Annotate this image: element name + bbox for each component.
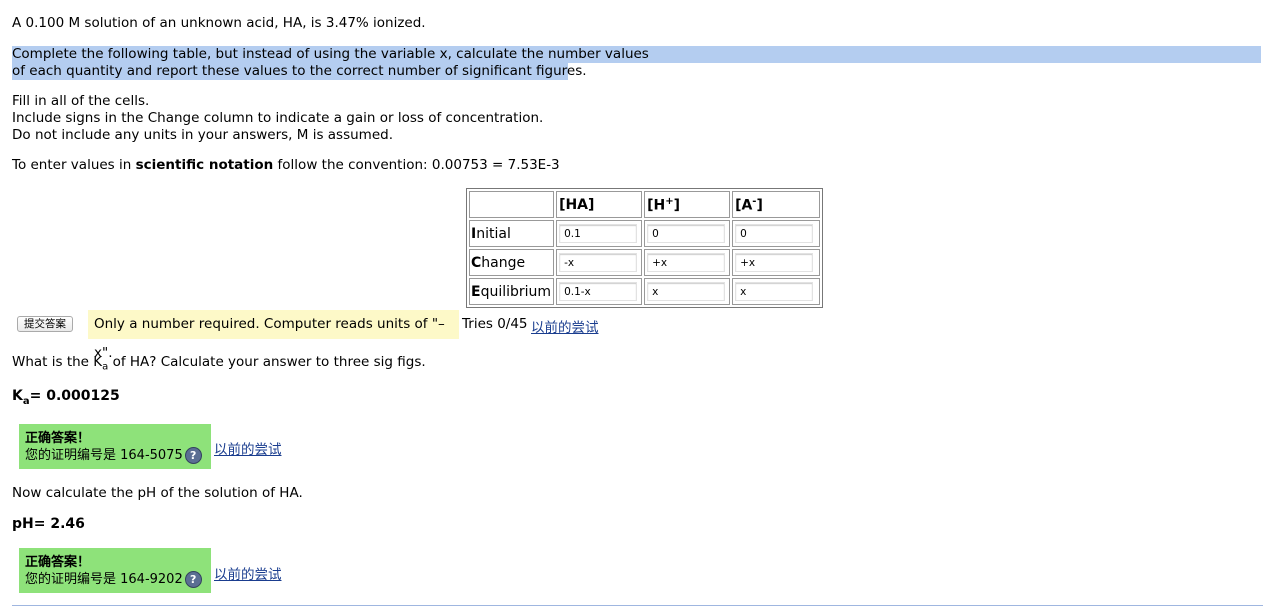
signs-instruction: Include signs in the Change column to in…	[12, 110, 544, 126]
tries-counter: Tries 0/45	[462, 316, 528, 332]
table-row-equilibrium: Equilibrium	[469, 278, 821, 305]
sci-notation-instruction: To enter values in scientific notation f…	[12, 157, 560, 174]
sci-prefix: To enter values in	[12, 157, 136, 173]
header-a: [A-]	[732, 191, 821, 218]
instruction-line-1: Complete the following table, but instea…	[12, 46, 649, 62]
header-a-text: [A	[735, 197, 753, 214]
row-label-cap: E	[471, 283, 481, 300]
ka-question: What is the Ka of HA? Calculate your ans…	[12, 354, 426, 376]
row-label-rest: nitial	[476, 225, 511, 242]
proof-number: 您的证明编号是 164-9202	[25, 572, 183, 587]
table-row-initial: Initial	[469, 220, 821, 247]
row-label-cap: C	[471, 254, 482, 271]
previous-tries-link[interactable]: 以前的尝试	[531, 316, 599, 336]
table-header-row: [HA] [H+] [A-]	[469, 191, 821, 218]
ka-label-sub: a	[22, 395, 30, 407]
equilibrium-h-input[interactable]	[647, 282, 726, 301]
units-instruction: Do not include any units in your answers…	[12, 127, 393, 143]
initial-h-input[interactable]	[647, 224, 726, 243]
sci-suffix: follow the convention: 0.00753 = 7.53E-3	[273, 157, 560, 173]
correct-line: 您的证明编号是 164-5075?	[25, 447, 211, 464]
change-a-input[interactable]	[735, 253, 814, 272]
ka-question-pre: What is the K	[12, 354, 103, 370]
initial-ha-input[interactable]	[559, 224, 638, 243]
hint-message: Only a number required. Computer reads u…	[88, 310, 459, 361]
instruction-line-2: of each quantity and report these values…	[12, 63, 587, 79]
correct-line: 您的证明编号是 164-9202?	[25, 571, 211, 588]
correct-title: 正确答案！	[25, 555, 91, 570]
row-label-rest: hange	[481, 254, 526, 271]
cell-equilibrium-a	[732, 278, 821, 305]
correct-title: 正确答案！	[25, 431, 91, 446]
proof-number: 您的证明编号是 164-5075	[25, 448, 183, 463]
cell-initial-a	[732, 220, 821, 247]
sci-bold: scientific notation	[135, 157, 274, 173]
fill-instruction: Fill in all of the cells.	[12, 93, 150, 109]
row-label-change: Change	[469, 249, 555, 276]
change-ha-input[interactable]	[559, 253, 638, 272]
ka-label: K	[12, 388, 23, 404]
change-h-input[interactable]	[647, 253, 726, 272]
help-icon[interactable]: ?	[184, 571, 202, 588]
correct-answer-box-1: 正确答案！ 您的证明编号是 164-5075?	[19, 424, 211, 469]
cell-initial-ha	[556, 220, 643, 247]
submit-answer-button[interactable]: 提交答案	[17, 316, 73, 332]
equilibrium-ha-input[interactable]	[559, 282, 638, 301]
intro-text: A 0.100 M solution of an unknown acid, H…	[12, 15, 426, 31]
help-icon[interactable]: ?	[184, 447, 202, 464]
cell-equilibrium-ha	[556, 278, 643, 305]
bottom-divider	[12, 605, 1263, 606]
row-label-equilibrium: Equilibrium	[469, 278, 555, 305]
row-label-initial: Initial	[469, 220, 555, 247]
previous-tries-link-1[interactable]: 以前的尝试	[214, 438, 282, 458]
ice-table: [HA] [H+] [A-] Initial Change Equilibriu…	[466, 188, 824, 308]
header-h-sup: +	[665, 195, 674, 207]
correct-answer-box-2: 正确答案！ 您的证明编号是 164-9202?	[19, 548, 211, 593]
initial-a-input[interactable]	[735, 224, 814, 243]
cell-equilibrium-h	[644, 278, 731, 305]
ka-question-post: of HA? Calculate your answer to three si…	[108, 354, 426, 370]
ka-value: = 0.000125	[29, 388, 120, 404]
cell-change-a	[732, 249, 821, 276]
ph-answer: pH= 2.46	[12, 516, 85, 532]
header-a-sup: -	[752, 195, 757, 207]
header-ha-text: [HA]	[559, 196, 595, 213]
ph-question: Now calculate the pH of the solution of …	[12, 485, 303, 501]
row-label-rest: quilibrium	[480, 283, 552, 300]
table-row-change: Change	[469, 249, 821, 276]
table-corner	[469, 191, 555, 218]
cell-change-h	[644, 249, 731, 276]
cell-change-ha	[556, 249, 643, 276]
equilibrium-a-input[interactable]	[735, 282, 814, 301]
cell-initial-h	[644, 220, 731, 247]
previous-tries-link-2[interactable]: 以前的尝试	[214, 563, 282, 583]
header-h: [H+]	[644, 191, 731, 218]
ka-answer: Ka= 0.000125	[12, 388, 120, 410]
header-h-text: [H	[647, 197, 666, 214]
header-ha: [HA]	[556, 191, 643, 218]
